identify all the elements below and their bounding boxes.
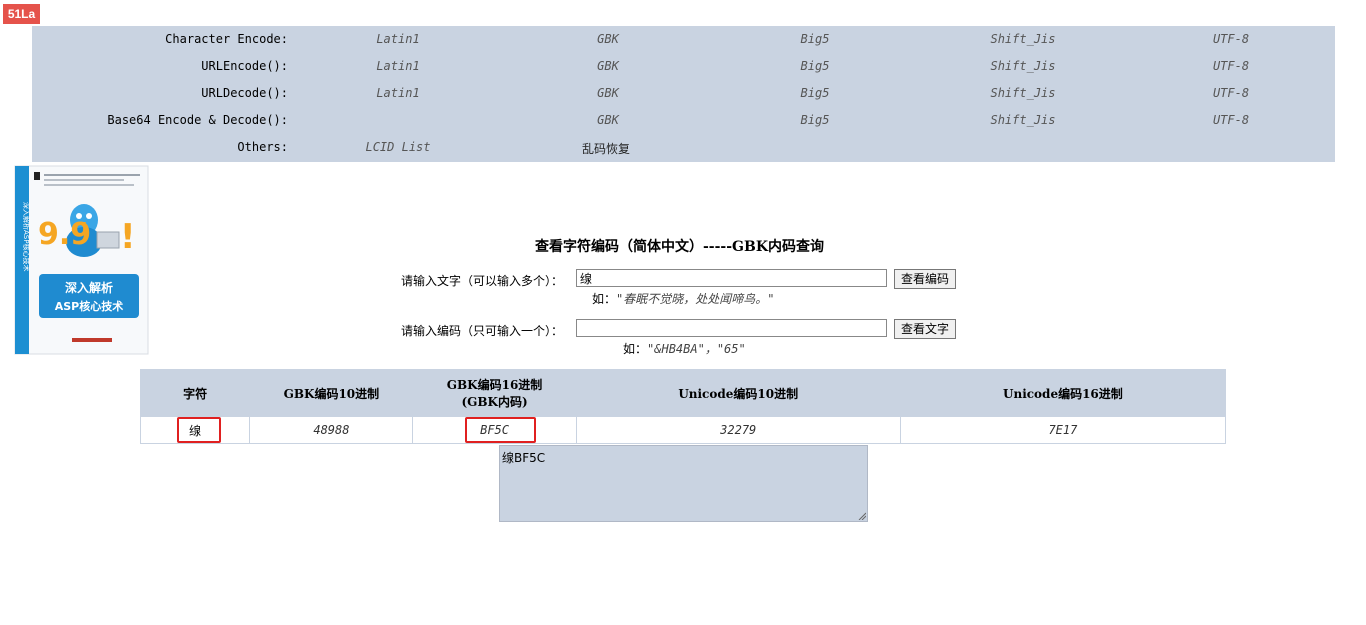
header-unicode-hex: Unicode编码16进制 bbox=[899, 369, 1227, 417]
text-input-label: 请输入文字（可以输入多个）： bbox=[401, 274, 564, 288]
link-gbk[interactable]: GBK bbox=[597, 59, 619, 73]
book-title-1: 深入解析 bbox=[65, 280, 113, 295]
link-garble-recovery[interactable]: 乱码恢复 bbox=[582, 140, 630, 157]
result-table: 字符 GBK编码10进制 GBK编码16进制 (GBK内码) Unicode编码… bbox=[139, 369, 1227, 444]
code-input-label: 请输入编码（只可输入一个）： bbox=[401, 324, 564, 338]
link-big5[interactable]: Big5 bbox=[801, 32, 830, 46]
cell-char: 缐 bbox=[139, 416, 251, 444]
text-hint-prefix: 如： bbox=[592, 292, 617, 306]
output-text: 缐BF5C bbox=[502, 451, 546, 465]
nav-label: Others: bbox=[237, 140, 288, 154]
text-hint: 如："春眠不觉晓，处处闻啼鸟。" bbox=[592, 290, 774, 307]
nav-row-base64: Base64 Encode & Decode(): GBK Big5 Shift… bbox=[32, 107, 1335, 134]
encoding-nav-panel: Character Encode: Latin1 GBK Big5 Shift_… bbox=[32, 26, 1335, 162]
book-exclaim: ! bbox=[120, 217, 136, 257]
table-row: 缐 48988 BF5C 32279 7E17 bbox=[139, 416, 1227, 444]
link-utf8[interactable]: UTF-8 bbox=[1213, 59, 1249, 73]
link-big5[interactable]: Big5 bbox=[801, 113, 830, 127]
nav-label: URLEncode(): bbox=[201, 59, 288, 73]
nav-row-urldecode: URLDecode(): Latin1 GBK Big5 Shift_Jis U… bbox=[32, 80, 1335, 107]
resize-grip-icon[interactable] bbox=[858, 512, 866, 520]
book-title-2: ASP核心技术 bbox=[55, 299, 124, 313]
link-shift-jis[interactable]: Shift_Jis bbox=[990, 86, 1055, 100]
text-hint-example: "春眠不觉晓，处处闻啼鸟。" bbox=[616, 292, 775, 306]
nav-row-others: Others: LCID List 乱码恢复 bbox=[32, 134, 1335, 161]
link-shift-jis[interactable]: Shift_Jis bbox=[990, 59, 1055, 73]
link-utf8[interactable]: UTF-8 bbox=[1213, 113, 1249, 127]
cell-unicode-hex: 7E17 bbox=[899, 416, 1227, 444]
link-big5[interactable]: Big5 bbox=[801, 86, 830, 100]
link-big5[interactable]: Big5 bbox=[801, 59, 830, 73]
cell-gbk-dec: 48988 bbox=[249, 416, 414, 444]
header-gbk-hex: GBK编码16进制 (GBK内码) bbox=[412, 369, 577, 417]
link-utf8[interactable]: UTF-8 bbox=[1213, 32, 1249, 46]
text-input[interactable] bbox=[576, 269, 887, 287]
nav-label: URLDecode(): bbox=[201, 86, 288, 100]
nav-row-urlencode: URLEncode(): Latin1 GBK Big5 Shift_Jis U… bbox=[32, 53, 1335, 80]
link-lcid-list[interactable]: LCID List bbox=[365, 140, 430, 154]
result-header-row: 字符 GBK编码10进制 GBK编码16进制 (GBK内码) Unicode编码… bbox=[139, 369, 1227, 417]
site-badge[interactable]: 51La bbox=[3, 4, 40, 24]
cell-unicode-dec: 32279 bbox=[575, 416, 901, 444]
book-cover-image: 9.9 ! 深入解析 ASP核心技术 深入解析ASP核心技术 bbox=[14, 165, 149, 355]
link-gbk[interactable]: GBK bbox=[597, 32, 619, 46]
book-spine: 深入解析ASP核心技术 bbox=[22, 202, 31, 271]
book-number: 9.9 bbox=[38, 217, 91, 252]
link-utf8[interactable]: UTF-8 bbox=[1213, 86, 1249, 100]
cell-gbk-hex: BF5C bbox=[412, 416, 577, 444]
code-hint: 如："&HB4BA"，"65" bbox=[623, 340, 746, 357]
output-textarea[interactable]: 缐BF5C bbox=[499, 445, 868, 522]
header-unicode-dec: Unicode编码10进制 bbox=[575, 369, 901, 417]
link-shift-jis[interactable]: Shift_Jis bbox=[990, 113, 1055, 127]
view-text-button[interactable]: 查看文字 bbox=[894, 319, 957, 339]
header-char: 字符 bbox=[139, 369, 251, 417]
link-latin1[interactable]: Latin1 bbox=[376, 59, 419, 73]
nav-label: Base64 Encode & Decode(): bbox=[107, 113, 288, 127]
page-title: 查看字符编码（简体中文）-----GBK内码查询 bbox=[535, 239, 825, 255]
view-code-button[interactable]: 查看编码 bbox=[894, 269, 957, 289]
header-gbk-dec: GBK编码10进制 bbox=[249, 369, 414, 417]
highlight-box-gbk-hex bbox=[465, 417, 537, 443]
header-gbk-hex-line2: (GBK内码) bbox=[461, 395, 528, 409]
code-input[interactable] bbox=[576, 319, 887, 337]
link-latin1[interactable]: Latin1 bbox=[376, 32, 419, 46]
header-gbk-hex-line1: GBK编码16进制 bbox=[446, 378, 543, 392]
nav-row-character-encode: Character Encode: Latin1 GBK Big5 Shift_… bbox=[32, 26, 1335, 53]
book-ad[interactable]: 9.9 ! 深入解析 ASP核心技术 深入解析ASP核心技术 bbox=[12, 162, 152, 358]
link-shift-jis[interactable]: Shift_Jis bbox=[990, 32, 1055, 46]
link-gbk[interactable]: GBK bbox=[597, 86, 619, 100]
code-hint-prefix: 如： bbox=[623, 342, 648, 356]
highlight-box-char bbox=[177, 417, 221, 443]
code-hint-example: "&HB4BA"，"65" bbox=[647, 342, 746, 356]
link-latin1[interactable]: Latin1 bbox=[376, 86, 419, 100]
link-gbk[interactable]: GBK bbox=[597, 113, 619, 127]
nav-label: Character Encode: bbox=[165, 32, 288, 46]
